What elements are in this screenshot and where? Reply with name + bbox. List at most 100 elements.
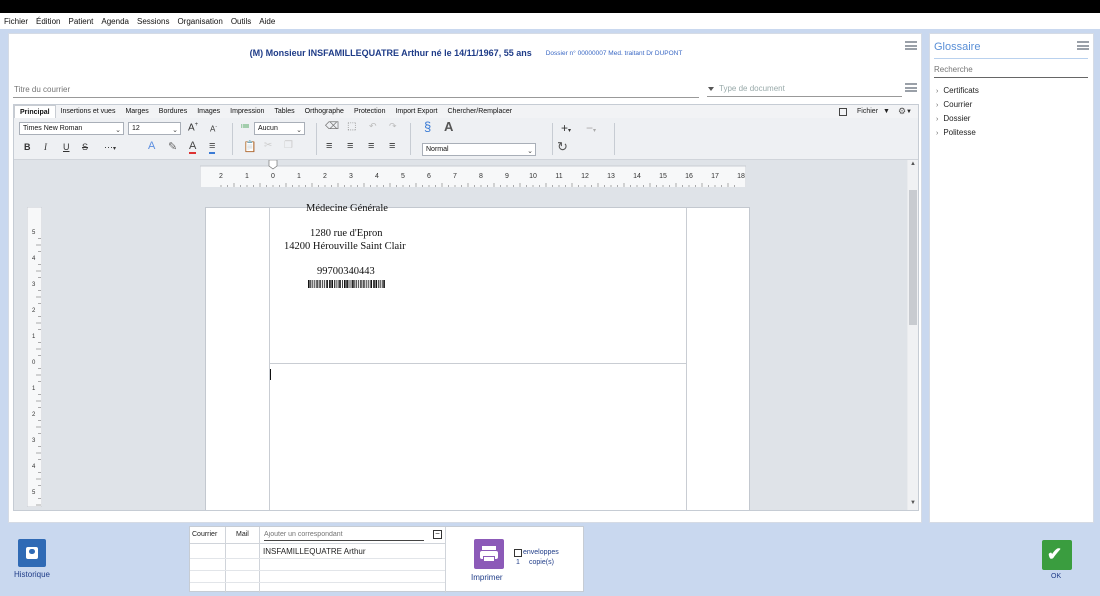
tab-principal[interactable]: Principal xyxy=(14,105,56,118)
scrollbar-thumb[interactable] xyxy=(909,190,917,325)
barcode-bar xyxy=(352,280,354,288)
tab-tables[interactable]: Tables xyxy=(269,105,299,118)
chevron-down-icon[interactable]: ▼ xyxy=(910,500,916,506)
eraser-icon[interactable]: ⌫ xyxy=(325,121,339,132)
glossaire-item-politesse[interactable]: › Politesse xyxy=(936,128,976,137)
tab-bordures[interactable]: Bordures xyxy=(154,105,192,118)
refresh-icon[interactable]: ↻ xyxy=(557,139,568,155)
menu-fichier[interactable]: Fichier xyxy=(4,17,28,26)
list-style-select[interactable]: Aucun ⌄ xyxy=(254,122,305,135)
remove-minus-icon[interactable]: −▾ xyxy=(586,121,596,135)
main-panel: (M) Monsieur INSFAMILLEQUATRE Arthur né … xyxy=(8,33,922,523)
align-right-icon[interactable]: ≡ xyxy=(368,140,374,152)
add-correspondant-input[interactable] xyxy=(264,529,424,541)
correspondant-name[interactable]: INSFAMILLEQUATRE Arthur xyxy=(263,547,366,556)
gear-icon[interactable]: ⚙ xyxy=(898,106,906,117)
enveloppes-checkbox[interactable] xyxy=(514,549,522,557)
page-break-line xyxy=(269,363,687,364)
tab-marges[interactable]: Marges xyxy=(120,105,153,118)
menu-edition[interactable]: Édition xyxy=(36,17,60,26)
strikethrough-icon[interactable]: S xyxy=(82,142,88,152)
type-document-select[interactable]: Type de document xyxy=(707,81,902,97)
list-icon[interactable]: ≔ xyxy=(240,121,250,132)
ruler-label: 10 xyxy=(529,173,537,180)
titre-courrier-input[interactable] xyxy=(13,82,699,98)
chevron-down-icon[interactable]: ▼ xyxy=(906,109,912,115)
tab-orthographe[interactable]: Orthographe xyxy=(300,105,349,118)
barcode-bar xyxy=(350,280,352,288)
redo-icon[interactable]: ↷ xyxy=(389,121,397,132)
italic-icon[interactable]: I xyxy=(44,142,47,152)
underline-icon[interactable]: U xyxy=(63,142,70,152)
barcode-bar xyxy=(342,280,343,288)
tab-images[interactable]: Images xyxy=(192,105,225,118)
paragraph-style-select[interactable]: Normal ⌄ xyxy=(422,143,536,156)
menu-sessions[interactable]: Sessions xyxy=(137,17,169,26)
titre-menu-icon[interactable] xyxy=(905,83,917,92)
barcode-bar xyxy=(362,280,364,288)
patient-info[interactable]: Dossier n° 00000007 Med. traitant Dr DUP… xyxy=(546,50,683,57)
document-area[interactable]: 2 1 0 1 2 3 4 5 6 7 8 9 10 11 12 13 14 15 16 17 18 543210123… xyxy=(14,160,907,510)
ok-button[interactable]: ✔ xyxy=(1042,540,1072,570)
column-divider xyxy=(445,527,446,593)
ruler-label: 2 xyxy=(323,173,327,180)
select-all-icon[interactable]: ⬚ xyxy=(347,121,356,132)
font-family-select[interactable]: Times New Roman ⌄ xyxy=(19,122,124,135)
imprimer-button[interactable] xyxy=(474,539,504,569)
tab-insertions[interactable]: Insertions et vues xyxy=(56,105,121,118)
background-color-icon[interactable]: ≡ xyxy=(209,140,216,154)
grow-font-icon[interactable]: A+ xyxy=(188,122,198,133)
undo-icon[interactable]: ↶ xyxy=(369,121,377,132)
copy-icon[interactable]: ❐ xyxy=(284,140,293,151)
cut-icon[interactable]: ✂ xyxy=(264,140,272,151)
more-format-icon[interactable]: ⋯▾ xyxy=(104,142,116,153)
menu-aide[interactable]: Aide xyxy=(259,17,275,26)
printer-paper xyxy=(483,556,495,562)
collapse-icon[interactable]: − xyxy=(433,530,442,539)
text-effect-icon[interactable]: A xyxy=(148,140,155,152)
font-color-icon[interactable]: A xyxy=(189,140,197,154)
fichier-menu[interactable]: Fichier xyxy=(857,108,878,115)
tab-protection[interactable]: Protection xyxy=(349,105,391,118)
glossaire-menu-icon[interactable] xyxy=(1077,41,1089,50)
menu-organisation[interactable]: Organisation xyxy=(177,17,222,26)
glossaire-search-input[interactable] xyxy=(934,62,1088,78)
header-menu-icon[interactable] xyxy=(905,41,917,50)
insert-plus-icon[interactable]: +▾ xyxy=(561,121,571,135)
chevron-up-icon[interactable]: ▲ xyxy=(910,161,916,167)
chevron-down-icon[interactable]: ▼ xyxy=(883,108,890,115)
menu-outils[interactable]: Outils xyxy=(231,17,251,26)
barcode-bar xyxy=(357,280,359,288)
glossaire-panel: Glossaire › Certificats › Courrier › Dossie… xyxy=(929,33,1094,523)
highlight-icon[interactable]: ✎ xyxy=(168,140,177,153)
glossaire-item-label: Dossier xyxy=(943,114,971,123)
copies-count[interactable]: 1 xyxy=(516,559,520,566)
align-center-icon[interactable]: ≡ xyxy=(347,140,353,152)
section-icon[interactable]: § xyxy=(424,119,431,134)
shrink-font-icon[interactable]: A- xyxy=(210,124,217,134)
tab-impression[interactable]: Impression xyxy=(225,105,269,118)
tab-chercher-remplacer[interactable]: Chercher/Remplacer xyxy=(443,105,518,118)
menu-agenda[interactable]: Agenda xyxy=(101,17,129,26)
menu-patient[interactable]: Patient xyxy=(68,17,93,26)
justify-icon[interactable]: ≡ xyxy=(389,140,395,152)
font-family-value: Times New Roman xyxy=(23,125,83,132)
document-page[interactable]: Médecine Générale 1280 rue d'Epron 14200… xyxy=(205,203,750,510)
chevron-down-icon: ⌄ xyxy=(527,148,533,155)
panel-icon[interactable] xyxy=(839,107,848,116)
font-size-select[interactable]: 12 ⌄ xyxy=(128,122,181,135)
horizontal-ruler[interactable]: 2 1 0 1 2 3 4 5 6 7 8 9 10 11 12 13 14 15 16 17 18 xyxy=(200,160,746,187)
historique-button[interactable]: Historique xyxy=(12,539,52,579)
align-left-icon[interactable]: ≡ xyxy=(326,140,332,152)
tab-import-export[interactable]: Import Export xyxy=(390,105,442,118)
paste-icon[interactable]: 📋 xyxy=(243,140,257,153)
menu-bar: Fichier Édition Patient Agenda Sessions … xyxy=(0,13,1100,29)
style-font-icon[interactable]: A xyxy=(444,119,453,134)
vertical-ruler[interactable]: 54321012345 xyxy=(27,207,42,507)
ruler-label: 16 xyxy=(685,173,693,180)
bold-icon[interactable]: B xyxy=(24,142,31,152)
vertical-scrollbar[interactable]: ▲ ▼ xyxy=(908,160,918,510)
glossaire-item-dossier[interactable]: › Dossier xyxy=(936,114,970,123)
glossaire-item-courrier[interactable]: › Courrier xyxy=(936,100,972,109)
glossaire-item-certificats[interactable]: › Certificats xyxy=(936,86,979,95)
